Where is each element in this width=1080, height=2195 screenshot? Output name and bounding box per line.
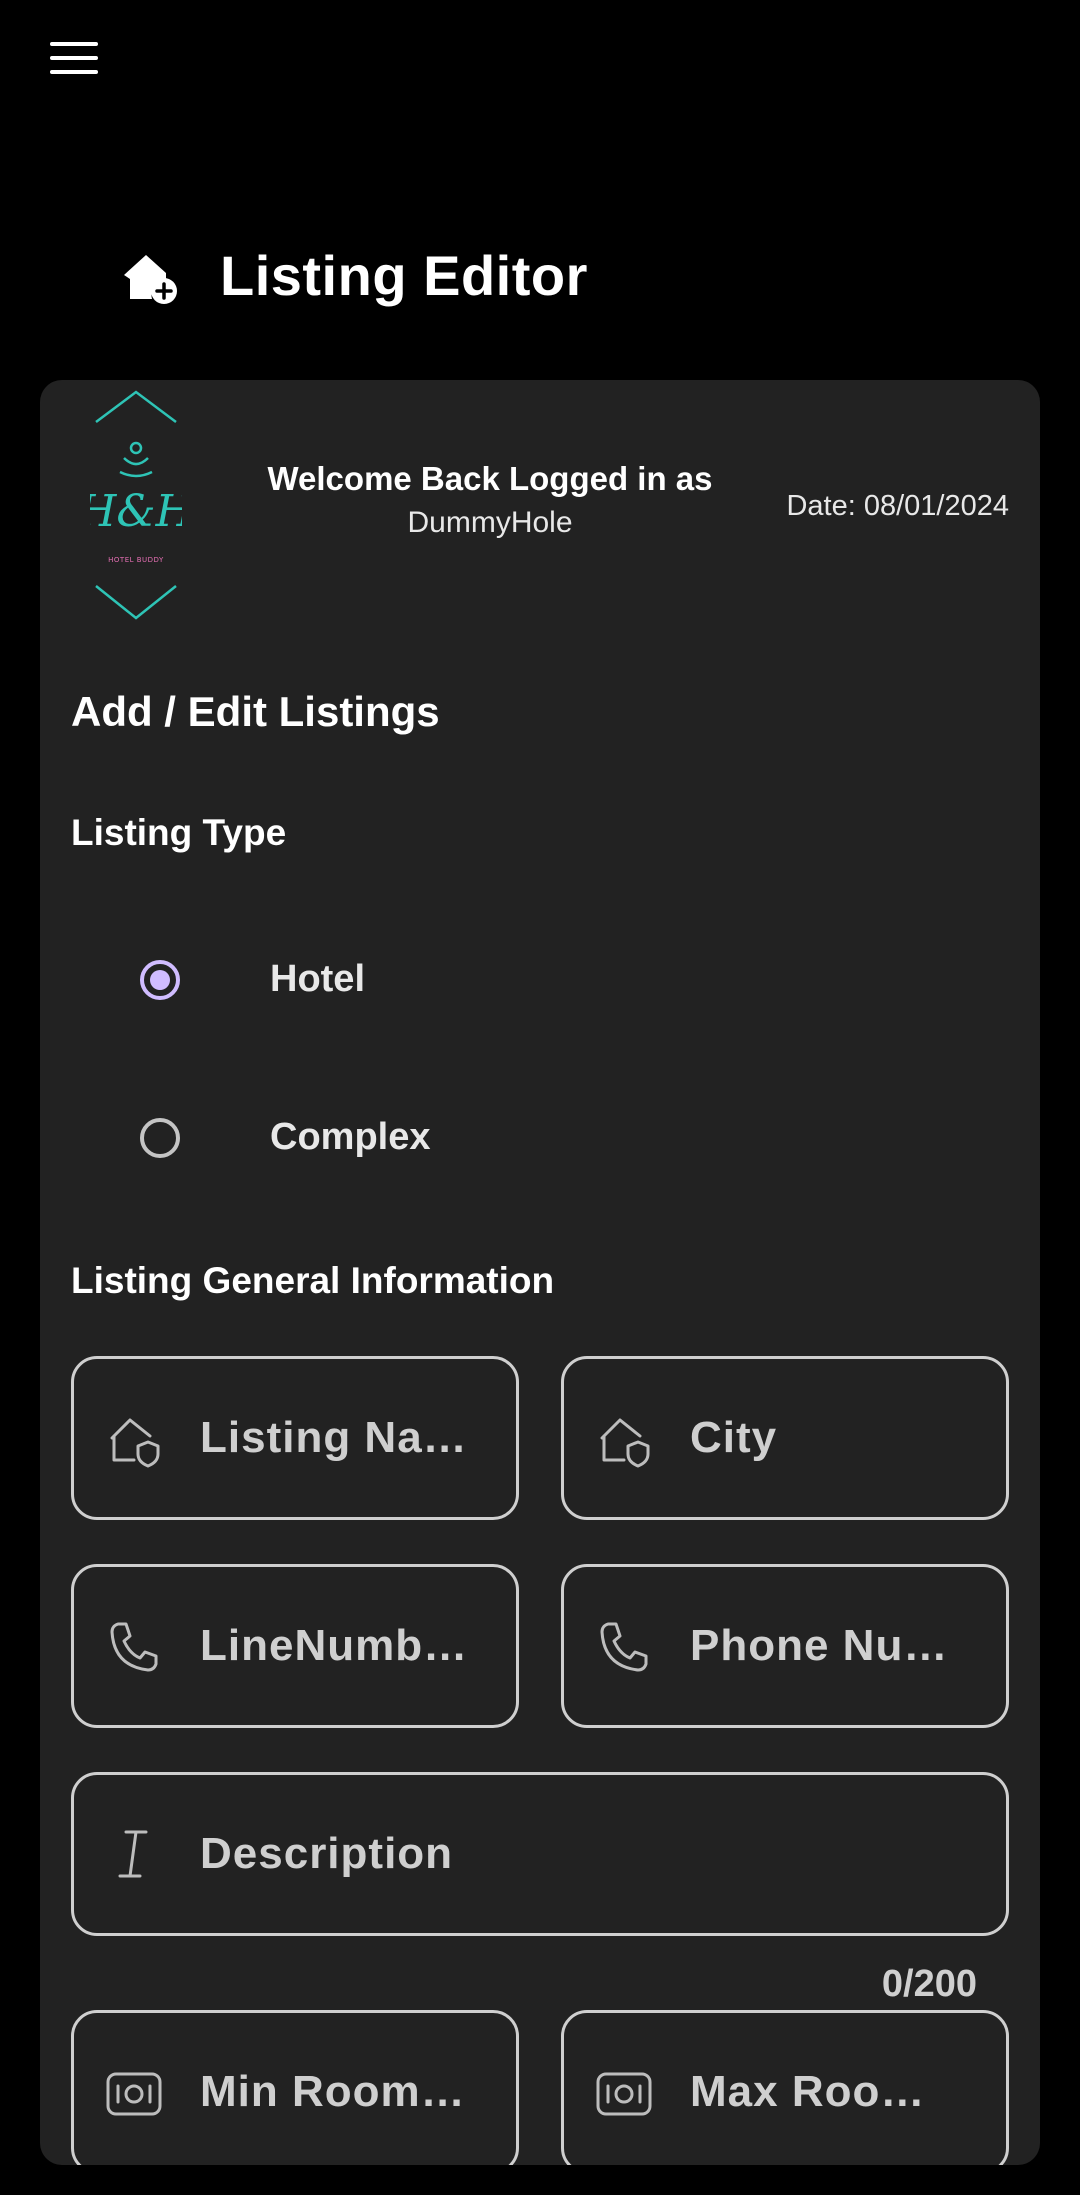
svg-text:H&H: H&H: [90, 486, 182, 537]
radio-option-hotel[interactable]: Hotel: [140, 958, 365, 1001]
welcome-text: Welcome Back Logged in as: [267, 460, 713, 497]
text-cursor-icon: [118, 1830, 148, 1878]
section-title: Add / Edit Listings: [71, 688, 440, 735]
radio-option-complex[interactable]: Complex: [140, 1116, 430, 1159]
radio-label: Complex: [270, 1116, 431, 1158]
field-label: Min Room…: [200, 2067, 466, 2116]
listing-name-field[interactable]: Listing Na…: [71, 1356, 519, 1520]
field-label: City: [690, 1413, 778, 1462]
menu-icon[interactable]: [44, 38, 104, 82]
line-number-field[interactable]: LineNumb…: [71, 1564, 519, 1728]
field-label: Description: [200, 1829, 454, 1878]
listing-type-title: Listing Type: [71, 812, 287, 853]
hotel-buddy-logo: H&H HOTEL BUDDY: [90, 390, 182, 620]
room-icon: [106, 2072, 162, 2116]
field-label: Listing Na…: [200, 1413, 468, 1462]
welcome-block: Welcome Back Logged in as DummyHole: [220, 460, 760, 540]
radio-button-selected[interactable]: [140, 959, 180, 1000]
max-rooms-field[interactable]: Max Roo…: [561, 2010, 1009, 2165]
radio-button[interactable]: [140, 1117, 180, 1158]
home-shield-icon: [600, 1418, 650, 1468]
description-field[interactable]: Description: [71, 1772, 1009, 1936]
phone-icon: [110, 1622, 158, 1672]
field-label: Max Roo…: [690, 2067, 926, 2116]
min-rooms-field[interactable]: Min Room…: [71, 2010, 519, 2165]
field-label: Phone Nu…: [690, 1621, 949, 1670]
page-title: Listing Editor: [220, 243, 588, 307]
add-home-icon: [124, 255, 177, 304]
editor-card: H&H HOTEL BUDDY Welcome Back Logged in a…: [40, 380, 1040, 2165]
radio-label: Hotel: [270, 958, 365, 1000]
city-field[interactable]: City: [561, 1356, 1009, 1520]
home-shield-icon: [110, 1418, 160, 1468]
username: DummyHole: [407, 506, 573, 539]
field-label: LineNumb…: [200, 1621, 469, 1670]
general-info-title: Listing General Information: [71, 1260, 555, 1301]
phone-icon: [600, 1622, 648, 1672]
phone-number-field[interactable]: Phone Nu…: [561, 1564, 1009, 1728]
current-date: Date: 08/01/2024: [786, 490, 1009, 522]
page-header: Listing Editor: [120, 240, 588, 310]
room-icon: [596, 2072, 652, 2116]
svg-text:HOTEL BUDDY: HOTEL BUDDY: [108, 556, 164, 564]
description-char-counter: 0/200: [881, 1963, 977, 2005]
